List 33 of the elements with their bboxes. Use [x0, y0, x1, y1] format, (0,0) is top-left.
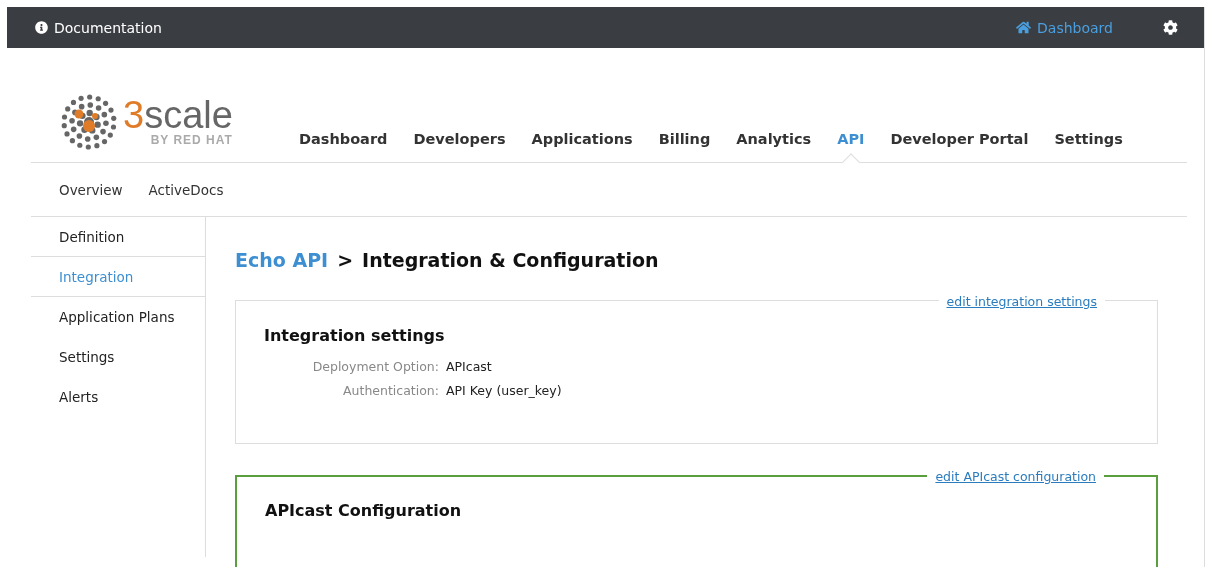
dotted-circle-logo-icon	[59, 92, 119, 152]
logo-wordmark: 3scale	[123, 97, 233, 133]
logo-tagline: BY RED HAT	[150, 133, 233, 147]
field-label: Deployment Option:	[311, 358, 439, 376]
field-value: API Key (user_key)	[446, 382, 563, 400]
main-nav-tab[interactable]: Dashboard	[299, 131, 388, 147]
card-title: Integration settings	[264, 326, 446, 345]
settings-icon	[1163, 20, 1178, 35]
edit-link[interactable]: edit integration settings	[946, 294, 1097, 309]
sidebar-item[interactable]: Integration	[31, 257, 205, 297]
edit-link[interactable]: edit APIcast configuration	[935, 469, 1096, 484]
sub-nav-link[interactable]: ActiveDocs	[148, 182, 224, 198]
field-value: APIcast	[446, 358, 493, 376]
main-nav-tab[interactable]: Developers	[413, 131, 506, 147]
sub-nav-link[interactable]: Overview	[59, 182, 123, 198]
page-title: Integration & Configuration	[362, 249, 659, 271]
main-nav-tab[interactable]: Billing	[658, 131, 711, 147]
dashboard-link[interactable]: Dashboard	[1016, 19, 1113, 36]
field-label: Authentication:	[342, 382, 439, 400]
card-title: APIcast Configuration	[265, 501, 463, 520]
info-icon	[35, 21, 48, 34]
sidebar-item[interactable]: Alerts	[31, 377, 205, 417]
documentation-link[interactable]: Documentation	[35, 19, 162, 36]
main-nav-tab[interactable]: Settings	[1054, 131, 1123, 147]
sidebar-item[interactable]: Definition	[31, 217, 205, 257]
home-icon	[1016, 20, 1032, 35]
main-nav-tab[interactable]: Applications	[531, 131, 633, 147]
sidebar-item[interactable]: Application Plans	[31, 297, 205, 337]
breadcrumb-separator: >	[337, 249, 354, 271]
main-nav-tab[interactable]: Analytics	[736, 131, 812, 147]
settings-button[interactable]	[1163, 20, 1178, 35]
main-nav-tab[interactable]: Developer Portal	[890, 131, 1029, 147]
sidebar-item[interactable]: Settings	[31, 337, 205, 377]
